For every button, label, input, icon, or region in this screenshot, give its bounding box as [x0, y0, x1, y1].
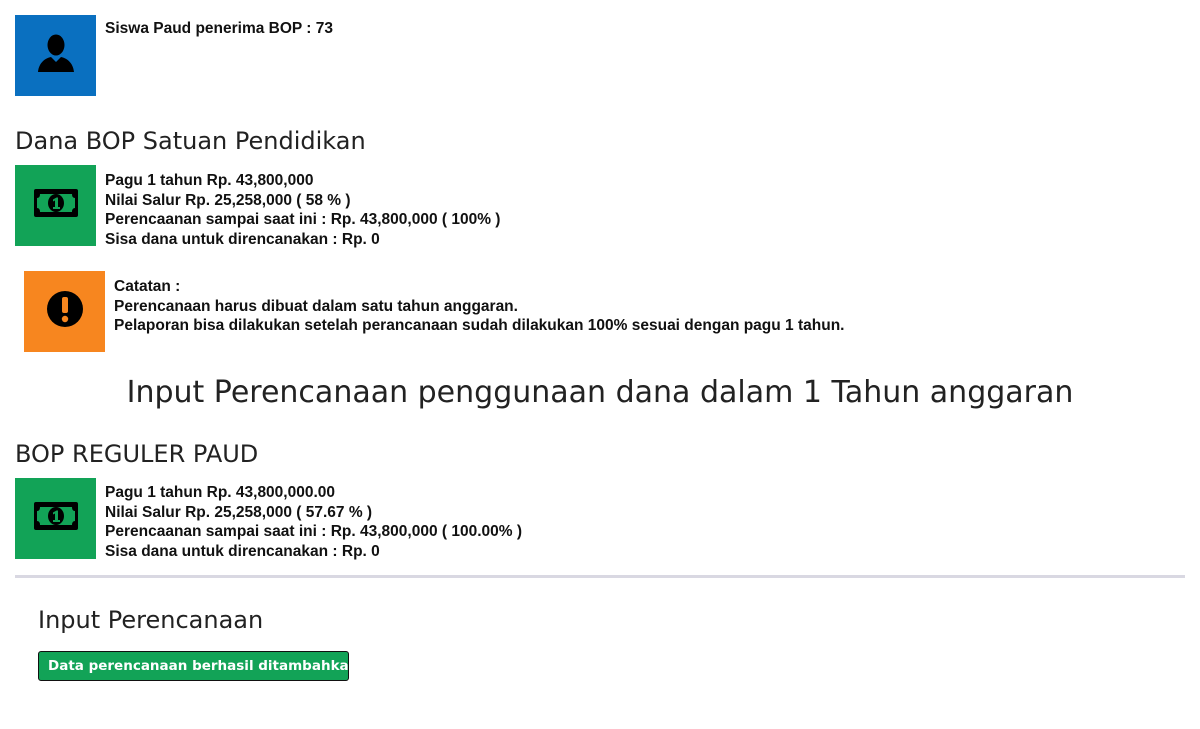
reguler-sisa: Sisa dana untuk direncanakan : Rp. 0	[105, 542, 380, 560]
dana-nilai-salur: Nilai Salur Rp. 25,258,000 ( 58 % )	[105, 191, 351, 209]
note-line-1: Perencanaan harus dibuat dalam satu tahu…	[114, 297, 518, 315]
user-icon	[34, 31, 78, 80]
dana-pagu: Pagu 1 tahun Rp. 43,800,000	[105, 172, 314, 189]
money-bill-icon	[33, 499, 79, 538]
dana-sisa: Sisa dana untuk direncanakan : Rp. 0	[105, 230, 380, 248]
student-tile	[15, 15, 96, 96]
note-line-2: Pelaporan bisa dilakukan setelah peranca…	[114, 317, 845, 334]
success-alert: Data perencanaan berhasil ditambahkan.	[38, 651, 363, 681]
exclamation-circle-icon	[45, 289, 85, 334]
reguler-money-tile	[15, 478, 96, 559]
warning-tile	[24, 271, 105, 352]
dana-perencanaan: Perencaanan sampai saat ini : Rp. 43,800…	[105, 211, 501, 228]
dana-section-title: Dana BOP Satuan Pendidikan	[15, 127, 366, 155]
dana-money-tile	[15, 165, 96, 246]
input-section-title: Input Perencanaan	[38, 606, 264, 634]
reguler-perencanaan: Perencaanan sampai saat ini : Rp. 43,800…	[105, 523, 522, 540]
note-label: Catatan :	[114, 278, 181, 295]
money-bill-icon	[33, 186, 79, 225]
note-lines: Catatan : Perencanaan harus dibuat dalam…	[114, 277, 844, 336]
reguler-info-lines: Pagu 1 tahun Rp. 43,800,000.00 Nilai Sal…	[105, 483, 522, 561]
reguler-section-title: BOP REGULER PAUD	[15, 440, 259, 468]
reguler-pagu: Pagu 1 tahun Rp. 43,800,000.00	[105, 484, 336, 501]
dana-info-lines: Pagu 1 tahun Rp. 43,800,000 Nilai Salur …	[105, 171, 500, 249]
student-count-text: Siswa Paud penerima BOP : 73	[105, 20, 333, 37]
page-title: Input Perencanaan penggunaan dana dalam …	[126, 375, 1074, 410]
section-divider	[15, 575, 1185, 578]
reguler-nilai-salur: Nilai Salur Rp. 25,258,000 ( 57.67 % )	[105, 503, 373, 521]
